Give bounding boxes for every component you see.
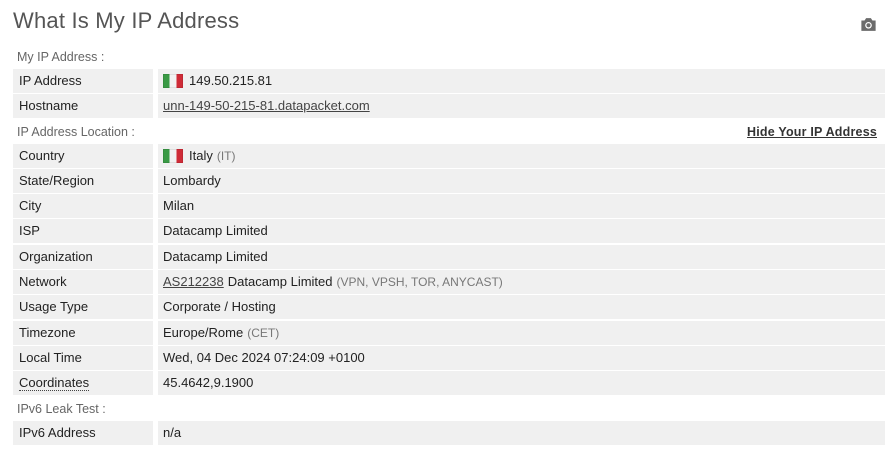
row-label: Local Time bbox=[13, 345, 153, 370]
row-label: IP Address bbox=[13, 69, 153, 93]
row-label: Country bbox=[13, 143, 153, 168]
row-value: Italy (IT) bbox=[158, 143, 885, 168]
row-value: unn-149-50-215-81.datapacket.com bbox=[158, 94, 885, 119]
row-value: Lombardy bbox=[158, 168, 885, 193]
row-network: Network AS212238 Datacamp Limited (VPN, … bbox=[13, 270, 885, 295]
section-label: IP Address Location : bbox=[17, 124, 135, 139]
section-label: My IP Address : bbox=[17, 50, 105, 64]
row-value: 149.50.215.81 bbox=[158, 69, 885, 93]
as-number-link[interactable]: AS212238 bbox=[163, 270, 224, 294]
camera-icon[interactable] bbox=[859, 15, 878, 34]
row-value: Datacamp Limited bbox=[158, 219, 885, 244]
row-ip-address: IP Address 149.50.215.81 bbox=[13, 69, 885, 93]
row-timezone: Timezone Europe/Rome (CET) bbox=[13, 320, 885, 345]
network-tags: (VPN, VPSH, TOR, ANYCAST) bbox=[336, 275, 503, 290]
row-value: AS212238 Datacamp Limited (VPN, VPSH, TO… bbox=[158, 270, 885, 295]
timezone-abbr: (CET) bbox=[247, 325, 280, 340]
row-usage-type: Usage Type Corporate / Hosting bbox=[13, 295, 885, 320]
row-label: IPv6 Address bbox=[13, 420, 153, 445]
row-value: Datacamp Limited bbox=[158, 244, 885, 269]
row-value: Milan bbox=[158, 194, 885, 219]
italy-flag-icon bbox=[163, 74, 183, 88]
row-label: Organization bbox=[13, 244, 153, 269]
row-hostname: Hostname unn-149-50-215-81.datapacket.co… bbox=[13, 94, 885, 119]
hide-ip-link[interactable]: Hide Your IP Address bbox=[747, 120, 877, 144]
ip-address-value: 149.50.215.81 bbox=[189, 73, 273, 88]
network-name: Datacamp Limited bbox=[227, 274, 333, 290]
country-code: (IT) bbox=[216, 148, 236, 163]
row-isp: ISP Datacamp Limited bbox=[13, 219, 885, 244]
country-value: Italy bbox=[189, 147, 213, 163]
section-location: IP Address Location : Hide Your IP Addre… bbox=[13, 120, 885, 144]
row-label: City bbox=[13, 194, 153, 219]
hostname-link[interactable]: unn-149-50-215-81.datapacket.com bbox=[163, 94, 370, 118]
section-label: IPv6 Leak Test : bbox=[17, 401, 106, 416]
row-coordinates: Coordinates 45.4642,9.1900 bbox=[13, 371, 885, 396]
row-label: ISP bbox=[13, 219, 153, 244]
row-label: Coordinates bbox=[13, 371, 153, 396]
row-label: State/Region bbox=[13, 168, 153, 193]
row-ipv6-address: IPv6 Address n/a bbox=[13, 420, 885, 445]
row-value: Corporate / Hosting bbox=[158, 295, 885, 320]
page-title: What Is My IP Address bbox=[13, 8, 240, 33]
timezone-value: Europe/Rome bbox=[163, 324, 244, 340]
row-value: Europe/Rome (CET) bbox=[158, 320, 885, 345]
row-country: Country Italy (IT) bbox=[13, 143, 885, 168]
coordinates-label[interactable]: Coordinates bbox=[19, 375, 90, 392]
row-organization: Organization Datacamp Limited bbox=[13, 244, 885, 269]
row-label: Usage Type bbox=[13, 295, 153, 320]
ip-info-table: My IP Address : IP Address 149.50.215.81… bbox=[13, 45, 885, 446]
row-label: Timezone bbox=[13, 320, 153, 345]
row-value: n/a bbox=[158, 420, 885, 445]
row-value: Wed, 04 Dec 2024 07:24:09 +0100 bbox=[158, 345, 885, 370]
row-label: Network bbox=[13, 270, 153, 295]
italy-flag-icon bbox=[163, 148, 183, 163]
row-state: State/Region Lombardy bbox=[13, 168, 885, 193]
section-ipv6: IPv6 Leak Test : bbox=[13, 397, 885, 421]
row-city: City Milan bbox=[13, 194, 885, 219]
row-value: 45.4642,9.1900 bbox=[158, 371, 885, 396]
row-label: Hostname bbox=[13, 94, 153, 119]
row-local-time: Local Time Wed, 04 Dec 2024 07:24:09 +01… bbox=[13, 345, 885, 370]
section-my-ip: My IP Address : bbox=[13, 45, 885, 69]
